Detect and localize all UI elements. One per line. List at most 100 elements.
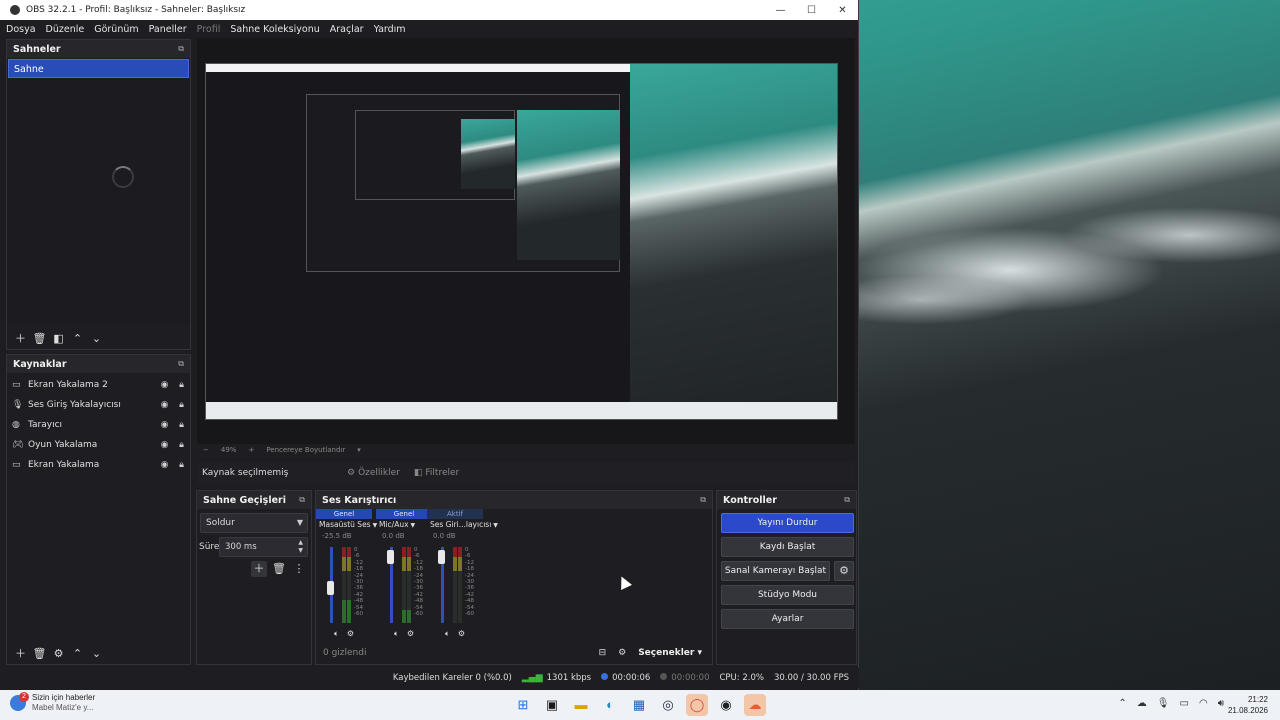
- source-row[interactable]: ▭ Ekran Yakalama 2 ◉ 🔒︎: [7, 375, 190, 395]
- options-button[interactable]: Seçenekler ▾: [638, 648, 702, 658]
- lock-icon[interactable]: 🔒︎: [173, 460, 190, 470]
- clock[interactable]: 21:22 21.08.2026: [1228, 694, 1268, 716]
- lock-icon[interactable]: 🔒︎: [173, 400, 190, 410]
- volume-icon[interactable]: 🔊︎: [1218, 698, 1224, 709]
- wifi-icon[interactable]: ◠: [1199, 698, 1208, 709]
- menu-scene-collection[interactable]: Sahne Koleksiyonu: [230, 24, 319, 35]
- channel-name[interactable]: Masaüstü Ses ▼: [316, 519, 377, 531]
- add-transition-icon[interactable]: ＋: [251, 561, 267, 577]
- studio-mode-button[interactable]: Stüdyo Modu: [721, 585, 854, 605]
- add-source-icon[interactable]: ＋: [11, 645, 30, 661]
- source-row[interactable]: 🎙︎ Ses Giriş Yakalayıcısı ◉ 🔒︎: [7, 395, 190, 415]
- task-view-icon[interactable]: ▣: [541, 694, 563, 716]
- properties-button[interactable]: ⚙ Özellikler: [347, 468, 400, 478]
- source-properties-icon[interactable]: ⚙: [49, 647, 68, 660]
- monitor-icon: ▭: [12, 460, 21, 470]
- channel-name[interactable]: Ses Giri...layıcısı ▼: [427, 519, 498, 531]
- zoom-in-button[interactable]: +: [248, 446, 254, 454]
- undock-icon[interactable]: ⧉: [178, 44, 184, 54]
- windows-taskbar: 2 Sizin için haberler Mabel Matiz'e y...…: [0, 690, 1280, 720]
- display-icon[interactable]: ▭: [1180, 698, 1189, 709]
- advanced-audio-icon[interactable]: ⚙: [618, 648, 626, 658]
- speaker-icon[interactable]: 🔈︎: [334, 629, 339, 639]
- source-row[interactable]: ◍ Tarayıcı ◉ 🔒︎: [7, 415, 190, 435]
- move-up-icon[interactable]: ⌃: [68, 647, 87, 660]
- scene-filters-icon[interactable]: ◧: [49, 332, 68, 345]
- more-options-icon[interactable]: ⋮: [291, 561, 307, 577]
- minimize-button[interactable]: —: [765, 5, 796, 16]
- layout-toggle-icon[interactable]: ⊟: [599, 648, 607, 658]
- maximize-button[interactable]: ☐: [796, 5, 827, 16]
- network-app-icon[interactable]: ☁: [1137, 698, 1147, 709]
- steam-icon[interactable]: ◎: [657, 694, 679, 716]
- scale-tick: -60: [354, 611, 363, 618]
- source-row[interactable]: ▭ Ekran Yakalama ◉ 🔒︎: [7, 455, 190, 475]
- preview-zoom-bar: − 49% + Pencereye Boyutlandır ▾: [197, 444, 855, 456]
- stop-stream-button[interactable]: Yayını Durdur: [721, 513, 854, 533]
- windows-start-icon[interactable]: ⊞: [512, 694, 534, 716]
- fader-handle[interactable]: [327, 581, 334, 596]
- source-row[interactable]: 🎮︎ Oyun Yakalama ◉ 🔒︎: [7, 435, 190, 455]
- fit-to-window[interactable]: Pencereye Boyutlandır: [266, 446, 345, 454]
- channel-settings-icon[interactable]: ⚙: [407, 629, 414, 639]
- transition-select[interactable]: Soldur ▼: [200, 513, 308, 533]
- menu-file[interactable]: Dosya: [6, 24, 36, 35]
- menu-help[interactable]: Yardım: [374, 24, 406, 35]
- cloud-app-icon[interactable]: ☁: [744, 694, 766, 716]
- virtual-camera-button[interactable]: Sanal Kamerayı Başlat: [721, 561, 830, 581]
- remove-transition-icon[interactable]: 🗑: [271, 561, 287, 577]
- filters-button[interactable]: ◧ Filtreler: [414, 468, 459, 478]
- virtual-camera-settings-icon[interactable]: ⚙: [834, 561, 854, 581]
- channel-settings-icon[interactable]: ⚙: [347, 629, 354, 639]
- channel-settings-icon[interactable]: ⚙: [458, 629, 465, 639]
- undock-icon[interactable]: ⧉: [299, 495, 305, 505]
- move-down-icon[interactable]: ⌄: [87, 647, 106, 660]
- zoom-out-button[interactable]: −: [203, 446, 209, 454]
- duration-input[interactable]: 300 ms ▲ ▼: [219, 537, 308, 557]
- visibility-eye-icon[interactable]: ◉: [156, 400, 173, 410]
- menu-profile[interactable]: Profil: [197, 24, 221, 35]
- lock-icon[interactable]: 🔒︎: [173, 380, 190, 390]
- visibility-eye-icon[interactable]: ◉: [156, 420, 173, 430]
- undock-icon[interactable]: ⧉: [700, 495, 706, 505]
- add-scene-icon[interactable]: ＋: [11, 330, 30, 346]
- file-explorer-icon[interactable]: ▬: [570, 694, 592, 716]
- chevron-up-icon[interactable]: ⌃: [1118, 698, 1126, 709]
- start-recording-button[interactable]: Kaydı Başlat: [721, 537, 854, 557]
- chevron-down-icon[interactable]: ▾: [357, 446, 361, 454]
- visibility-eye-icon[interactable]: ◉: [156, 460, 173, 470]
- obs-taskbar-icon[interactable]: ◉: [715, 694, 737, 716]
- close-button[interactable]: ✕: [827, 5, 858, 16]
- spin-buttons-icon[interactable]: ▲ ▼: [298, 539, 303, 555]
- clock-time: 21:22: [1247, 695, 1268, 704]
- scene-item[interactable]: Sahne: [8, 59, 189, 78]
- edge-browser-icon[interactable]: ◐: [599, 694, 621, 716]
- microphone-icon[interactable]: 🎙︎: [1157, 698, 1170, 709]
- menu-docks[interactable]: Paneller: [149, 24, 187, 35]
- menu-tools[interactable]: Araçlar: [330, 24, 364, 35]
- settings-button[interactable]: Ayarlar: [721, 609, 854, 629]
- move-down-icon[interactable]: ⌄: [87, 332, 106, 345]
- remove-source-icon[interactable]: 🗑: [30, 647, 49, 660]
- move-up-icon[interactable]: ⌃: [68, 332, 87, 345]
- menu-edit[interactable]: Düzenle: [46, 24, 85, 35]
- visibility-eye-icon[interactable]: ◉: [156, 380, 173, 390]
- channel-name[interactable]: Mic/Aux ▼: [376, 519, 432, 531]
- zoom-level: 49%: [220, 446, 237, 454]
- store-icon[interactable]: ▦: [628, 694, 650, 716]
- lock-icon[interactable]: 🔒︎: [173, 420, 190, 430]
- music-app-icon[interactable]: ◯: [686, 694, 708, 716]
- lock-icon[interactable]: 🔒︎: [173, 440, 190, 450]
- undock-icon[interactable]: ⧉: [178, 359, 184, 369]
- menu-view[interactable]: Görünüm: [94, 24, 138, 35]
- undock-icon[interactable]: ⧉: [844, 495, 850, 505]
- visibility-eye-icon[interactable]: ◉: [156, 440, 173, 450]
- fader-handle[interactable]: [438, 550, 445, 565]
- program-preview[interactable]: [205, 63, 838, 420]
- scale-tick: -36: [414, 585, 423, 592]
- fader-handle[interactable]: [387, 550, 394, 565]
- speaker-icon[interactable]: 🔈︎: [394, 629, 399, 639]
- remove-scene-icon[interactable]: 🗑: [30, 332, 49, 345]
- news-widget[interactable]: 2 Sizin için haberler Mabel Matiz'e y...: [10, 692, 95, 713]
- speaker-icon[interactable]: 🔈︎: [445, 629, 450, 639]
